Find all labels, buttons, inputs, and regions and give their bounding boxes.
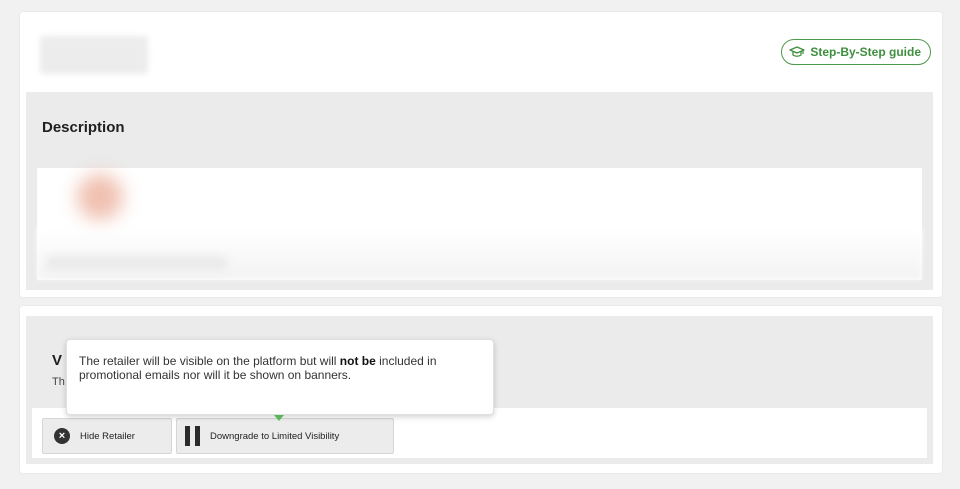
hide-retailer-label: Hide Retailer xyxy=(80,430,135,442)
retailer-name-blurred xyxy=(40,36,148,74)
tooltip-text-before: The retailer will be visible on the plat… xyxy=(79,354,340,368)
hide-retailer-button[interactable]: × Hide Retailer xyxy=(42,418,172,454)
description-content-blurred xyxy=(37,168,922,280)
step-by-step-guide-button[interactable]: Step-By-Step guide xyxy=(781,39,931,65)
retailer-logo-blurred xyxy=(77,174,123,220)
visibility-subtitle: Th xyxy=(52,376,65,388)
description-header: Description xyxy=(26,92,933,163)
visibility-actions: × Hide Retailer Downgrade to Limited Vis… xyxy=(26,408,933,464)
description-body xyxy=(26,163,933,290)
retailer-card: Step-By-Step guide Description xyxy=(20,12,942,297)
guide-button-label: Step-By-Step guide xyxy=(810,45,921,59)
downgrade-visibility-button[interactable]: Downgrade to Limited Visibility xyxy=(176,418,394,454)
description-title: Description xyxy=(42,119,125,136)
visibility-title: V xyxy=(52,352,63,369)
tooltip-text-bold: not be xyxy=(339,354,376,368)
tooltip-arrow xyxy=(274,415,284,421)
blur-shade xyxy=(37,228,922,280)
graduation-cap-icon xyxy=(789,46,805,58)
pause-icon xyxy=(185,426,200,446)
close-circle-icon: × xyxy=(54,428,70,444)
downgrade-visibility-label: Downgrade to Limited Visibility xyxy=(210,430,340,442)
downgrade-tooltip: The retailer will be visible on the plat… xyxy=(66,339,494,415)
blurred-text-line xyxy=(47,256,227,270)
